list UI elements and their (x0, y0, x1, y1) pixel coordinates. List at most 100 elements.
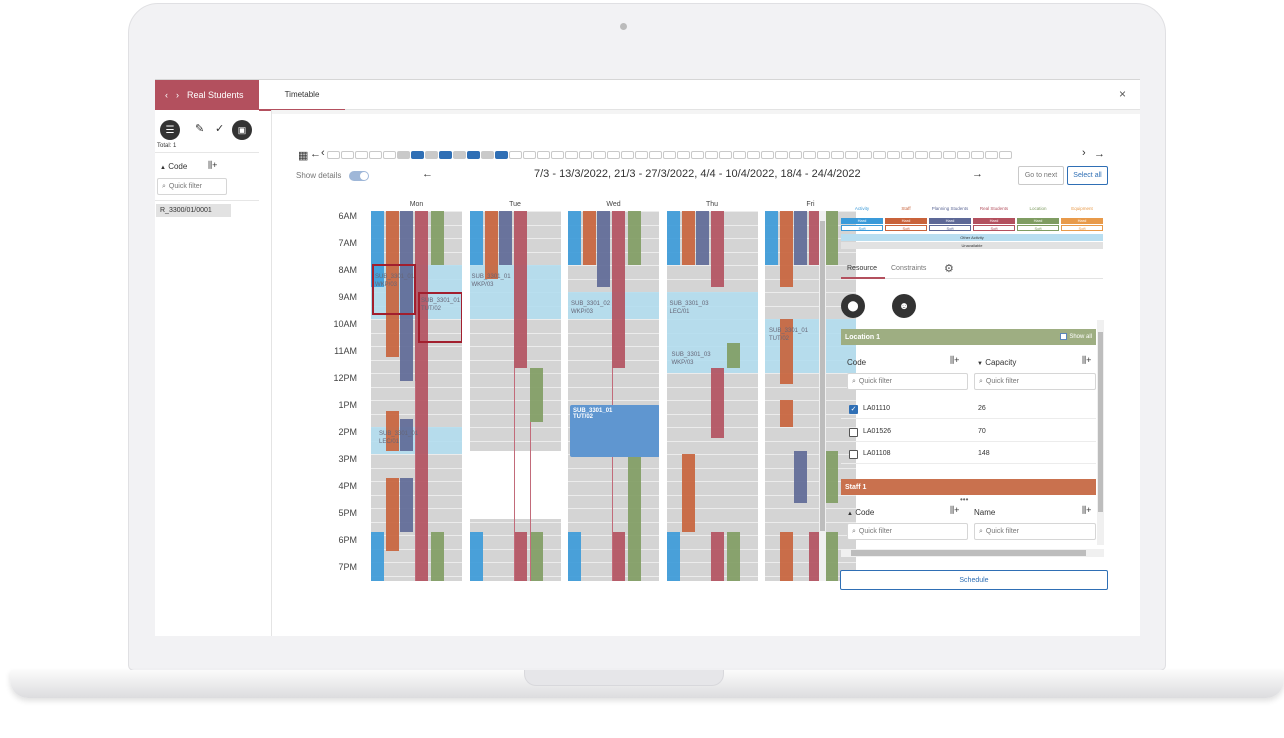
week-cell[interactable] (579, 151, 592, 159)
event-label[interactable]: SUB_3301_01 TUT/02 (769, 327, 808, 343)
week-cell[interactable] (327, 151, 340, 159)
show-all-checkbox[interactable]: Show all (1060, 333, 1092, 340)
chevron-right-icon[interactable]: › (1082, 147, 1086, 159)
location-code-header[interactable]: Code (847, 358, 866, 367)
next-range-icon[interactable]: → (972, 168, 983, 180)
week-cell[interactable] (719, 151, 732, 159)
more-dots-icon[interactable]: ••• (960, 495, 968, 504)
event-bar[interactable] (780, 211, 793, 287)
gear-icon[interactable]: ⚙ (944, 262, 954, 275)
event-bar[interactable] (628, 451, 641, 581)
staff-name-filter-input[interactable]: ⌕ Quick filter (974, 523, 1096, 540)
prev-range-icon[interactable]: ← (422, 168, 433, 180)
week-cell[interactable] (369, 151, 382, 159)
calendar-scrollbar[interactable] (819, 211, 826, 581)
staff-panel-header[interactable]: Staff 1 (841, 479, 1096, 495)
week-cell[interactable] (411, 151, 424, 159)
scrollbar-thumb[interactable] (820, 221, 825, 531)
event-bar[interactable] (568, 211, 581, 265)
add-column-icon[interactable]: ⫼+ (950, 355, 959, 366)
go-to-next-button[interactable]: Go to next (1018, 166, 1064, 185)
event-bar[interactable] (726, 532, 740, 581)
event-bar[interactable] (825, 451, 838, 503)
week-cell[interactable] (523, 151, 536, 159)
event-bar[interactable] (666, 211, 680, 265)
quick-filter-input[interactable]: ⌕ Quick filter (157, 178, 227, 195)
week-cell[interactable] (775, 151, 788, 159)
event-label[interactable]: SUB_3301_03 LEC/01 (670, 300, 709, 316)
event-bar[interactable] (583, 211, 596, 265)
schedule-button[interactable]: Schedule (840, 570, 1108, 590)
week-cell[interactable] (789, 151, 802, 159)
event-bar[interactable] (765, 211, 778, 265)
week-cell[interactable] (621, 151, 634, 159)
panel-scrollbar[interactable] (1097, 320, 1104, 545)
capacity-filter-input[interactable]: ⌕ Quick filter (974, 373, 1096, 390)
week-cell[interactable] (355, 151, 368, 159)
week-cell[interactable] (831, 151, 844, 159)
event-bar[interactable] (529, 532, 543, 581)
week-cell[interactable] (481, 151, 494, 159)
event-bar[interactable] (695, 211, 709, 265)
event-bar[interactable] (681, 454, 695, 533)
day-column[interactable]: SUB_3301_02 WKP/03 SUB_3301_01 TUT/02 (567, 211, 660, 581)
add-column-icon[interactable]: ⫼+ (950, 505, 959, 516)
event-bar[interactable] (794, 211, 807, 265)
event-label[interactable]: SUB_3301_03 WKP/03 (672, 351, 711, 367)
week-cell[interactable] (663, 151, 676, 159)
event-bar[interactable] (513, 532, 527, 581)
scrollbar-thumb[interactable] (1098, 332, 1103, 512)
event-bar[interactable] (666, 532, 680, 581)
week-cell[interactable] (341, 151, 354, 159)
location-pin-icon[interactable]: ⬤ (841, 294, 865, 318)
event-bar[interactable] (710, 211, 724, 287)
week-cell[interactable] (383, 151, 396, 159)
week-cell[interactable] (691, 151, 704, 159)
event-bar[interactable] (371, 532, 384, 581)
event-bar[interactable] (726, 343, 740, 368)
week-cell[interactable] (705, 151, 718, 159)
event-label[interactable]: SUB_3301_01 LEC/01 (379, 430, 418, 446)
week-cell[interactable] (495, 151, 508, 159)
week-strip[interactable] (327, 151, 1012, 159)
code-header[interactable]: ▲ Code (160, 162, 187, 171)
arrow-left-icon[interactable]: ← (310, 148, 321, 160)
event-bar[interactable] (710, 367, 724, 438)
edit-icon[interactable]: ✎ (195, 122, 204, 135)
arrow-right-icon[interactable]: → (1094, 148, 1105, 160)
event-bar[interactable] (794, 451, 807, 503)
selected-event[interactable]: SUB_3301_01 TUT/02 (570, 405, 659, 457)
week-cell[interactable] (943, 151, 956, 159)
event-bar[interactable] (568, 532, 581, 581)
capacity-header[interactable]: ▼ Capacity (977, 358, 1016, 367)
staff-code-header[interactable]: ▲ Code (847, 508, 874, 517)
week-cell[interactable] (761, 151, 774, 159)
week-cell[interactable] (915, 151, 928, 159)
chevron-right-icon[interactable]: › (176, 90, 179, 100)
event-bar[interactable] (597, 211, 610, 287)
event-bar[interactable] (431, 532, 444, 581)
name-header[interactable]: Name (974, 508, 995, 517)
week-cell[interactable] (957, 151, 970, 159)
week-cell[interactable] (453, 151, 466, 159)
event-bar[interactable] (529, 367, 543, 422)
event-bar[interactable] (415, 211, 428, 581)
day-column[interactable]: SUB_3301_01 WKP/03 SUB_3301_01 LEC/01 SUB_33… (370, 211, 463, 581)
event-bar[interactable] (498, 211, 512, 265)
event-bar[interactable] (612, 532, 625, 581)
week-cell[interactable] (803, 151, 816, 159)
show-details-toggle[interactable] (349, 171, 369, 181)
add-column-icon[interactable]: ⫼+ (1082, 355, 1091, 366)
list-item[interactable]: R_3300/01/0001 (156, 204, 231, 217)
week-cell[interactable] (397, 151, 410, 159)
event-bar[interactable] (431, 211, 444, 265)
select-all-button[interactable]: Select all (1067, 166, 1108, 185)
row-checkbox[interactable]: ✓ (849, 405, 858, 414)
week-cell[interactable] (593, 151, 606, 159)
week-cell[interactable] (971, 151, 984, 159)
week-cell[interactable] (537, 151, 550, 159)
check-icon[interactable]: ✓ (215, 122, 224, 135)
row-checkbox[interactable] (849, 450, 858, 459)
week-cell[interactable] (901, 151, 914, 159)
week-cell[interactable] (635, 151, 648, 159)
